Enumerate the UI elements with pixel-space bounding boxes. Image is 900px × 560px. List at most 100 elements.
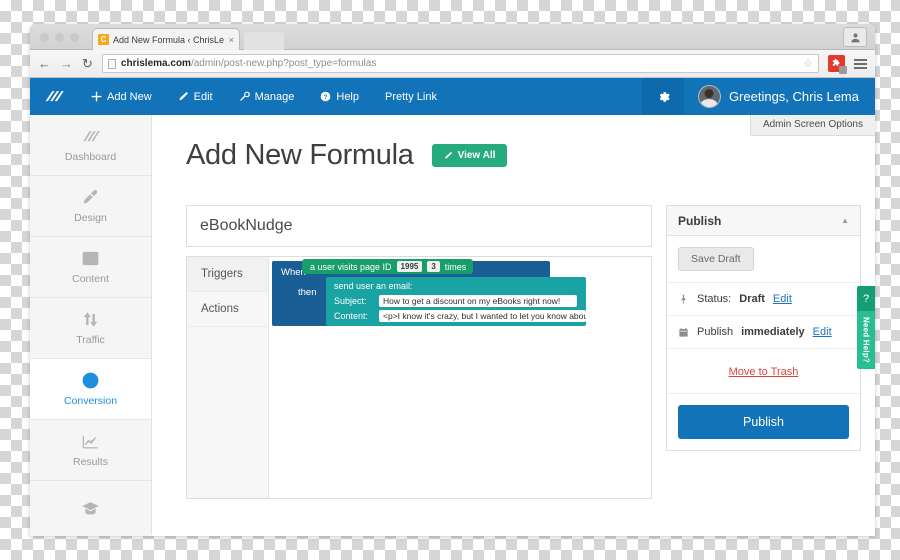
target-icon — [82, 372, 99, 389]
trash-row: Move to Trash — [667, 349, 860, 394]
move-to-trash-link[interactable]: Move to Trash — [729, 366, 799, 378]
address-bar[interactable]: chrislema.com/admin/post-new.php?post_ty… — [101, 54, 819, 73]
svg-text:?: ? — [324, 94, 328, 101]
action-subject-row: Subject: How to get a discount on my eBo… — [334, 295, 586, 307]
sidebar-item-label: Dashboard — [64, 151, 117, 163]
reload-button[interactable]: ↻ — [82, 57, 93, 70]
layout-grid-icon — [82, 251, 99, 266]
dashboard-slashes-icon — [83, 130, 100, 142]
sidebar-item-design[interactable]: Design — [30, 176, 151, 237]
editor-row: eBookNudge Triggers Actions When then a … — [186, 205, 875, 499]
status-edit-link[interactable]: Edit — [773, 293, 792, 305]
chevron-up-icon[interactable]: ▲ — [841, 216, 849, 225]
view-all-button[interactable]: View All — [431, 144, 508, 167]
help-question-button[interactable]: ? — [857, 286, 875, 311]
tab-label: Triggers — [201, 268, 243, 280]
settings-button[interactable] — [641, 78, 684, 115]
pin-icon — [681, 294, 686, 304]
new-tab-button[interactable] — [244, 32, 284, 50]
admin-menu-label: Manage — [254, 90, 295, 103]
admin-menu-label: Pretty Link — [385, 90, 437, 103]
window-maximize-button[interactable] — [70, 33, 79, 42]
publish-heading: Publish — [678, 213, 722, 228]
user-profile-icon — [850, 32, 860, 42]
formula-title-value: eBookNudge — [200, 217, 293, 234]
then-label: then — [298, 287, 317, 298]
subject-label: Subject: — [334, 296, 367, 306]
subject-input[interactable]: How to get a discount on my eBooks right… — [379, 295, 577, 307]
sidebar-item-label: Design — [74, 212, 107, 224]
admin-menu-help[interactable]: ? Help — [307, 78, 372, 115]
window-close-button[interactable] — [40, 33, 49, 42]
user-greeting[interactable]: Greetings, Chris Lema — [683, 78, 875, 115]
bookmark-star-icon[interactable]: ☆ — [803, 57, 813, 70]
up-down-arrows-icon — [83, 312, 98, 327]
graduation-cap-icon — [82, 502, 99, 515]
page-header: Add New Formula View All — [186, 139, 875, 172]
publish-panel: Publish ▲ Save Draft Status: Draft Edit — [666, 205, 861, 451]
web-application: Add New Edit Manage ? Help Pretty Link G… — [30, 78, 875, 536]
tab-title: Add New Formula ‹ ChrisLe — [113, 34, 225, 45]
builder-tab-list: Triggers Actions — [187, 257, 269, 498]
tab-triggers[interactable]: Triggers — [187, 257, 268, 292]
window-minimize-button[interactable] — [55, 33, 64, 42]
pencil-icon — [444, 151, 452, 159]
tab-actions[interactable]: Actions — [187, 292, 268, 327]
url-domain: chrislema.com — [120, 58, 191, 69]
slashes-logo-icon[interactable] — [30, 89, 78, 105]
puzzle-piece-icon[interactable] — [828, 55, 847, 74]
hamburger-menu-icon[interactable] — [854, 58, 867, 69]
admin-bar: Add New Edit Manage ? Help Pretty Link G… — [30, 78, 875, 115]
publish-panel-header[interactable]: Publish ▲ — [667, 206, 860, 236]
trigger-page-id-value[interactable]: 1995 — [396, 261, 423, 272]
sidebar-item-traffic[interactable]: Traffic — [30, 298, 151, 359]
formula-title-input[interactable]: eBookNudge — [186, 205, 652, 247]
main-content: Add New Formula View All eBookNudge Trig… — [152, 115, 875, 535]
sidebar-item-conversion[interactable]: Conversion — [30, 359, 151, 420]
content-input[interactable]: <p>I know it's crazy, but I wanted to le… — [379, 310, 586, 322]
browser-window: C Add New Formula ‹ ChrisLe × ← → ↻ chri… — [30, 24, 875, 536]
admin-menu-manage[interactable]: Manage — [226, 78, 308, 115]
admin-menu-edit[interactable]: Edit — [165, 78, 226, 115]
schedule-edit-link[interactable]: Edit — [813, 326, 832, 338]
action-content-row: Content: <p>I know it's crazy, but I wan… — [334, 310, 586, 322]
view-all-label: View All — [457, 150, 496, 161]
admin-menu-label: Add New — [107, 90, 152, 103]
browser-tab-strip: C Add New Formula ‹ ChrisLe × — [30, 24, 875, 50]
close-icon[interactable]: × — [225, 35, 234, 45]
need-help-label: Need Help? — [861, 316, 871, 363]
content-label: Content: — [334, 311, 369, 321]
action-block[interactable]: send user an email: Subject: How to get … — [326, 277, 586, 326]
back-button[interactable]: ← — [38, 57, 51, 70]
browser-profile-button[interactable] — [843, 27, 867, 47]
sidebar-item-learn[interactable] — [30, 481, 151, 536]
save-draft-button[interactable]: Save Draft — [678, 247, 754, 271]
forward-button[interactable]: → — [60, 57, 73, 70]
window-controls[interactable] — [40, 33, 79, 42]
greeting-text: Greetings, Chris Lema — [728, 89, 859, 104]
formula-canvas[interactable]: When then a user visits page ID 1995 3 t… — [269, 257, 651, 498]
admin-menu-pretty-link[interactable]: Pretty Link — [372, 78, 450, 115]
sidebar-item-content[interactable]: Content — [30, 237, 151, 298]
publish-actions-row: Save Draft — [667, 236, 860, 283]
question-circle-icon: ? — [321, 91, 331, 102]
trigger-block[interactable]: a user visits page ID 1995 3 times — [302, 259, 474, 274]
sidebar-item-label: Conversion — [63, 395, 118, 407]
need-help-tab[interactable]: Need Help? — [857, 311, 875, 369]
url-path: /admin/post-new.php?post_type=formulas — [190, 58, 377, 69]
admin-menu-add-new[interactable]: Add New — [78, 78, 165, 115]
paintbrush-icon — [83, 190, 98, 204]
sidebar-item-dashboard[interactable]: Dashboard — [30, 115, 151, 176]
gear-icon — [659, 91, 670, 102]
admin-menu-label: Help — [336, 90, 359, 103]
browser-tab-active[interactable]: C Add New Formula ‹ ChrisLe × — [92, 28, 240, 50]
sidebar-item-results[interactable]: Results — [30, 420, 151, 481]
page-info-icon — [107, 58, 116, 69]
avatar — [697, 85, 721, 108]
publish-button[interactable]: Publish — [678, 405, 849, 439]
extension-badge — [839, 66, 847, 74]
schedule-prefix: Publish — [697, 326, 734, 338]
admin-menu-label: Edit — [193, 90, 213, 103]
line-chart-icon — [82, 435, 98, 449]
trigger-count-value[interactable]: 3 — [427, 261, 440, 272]
